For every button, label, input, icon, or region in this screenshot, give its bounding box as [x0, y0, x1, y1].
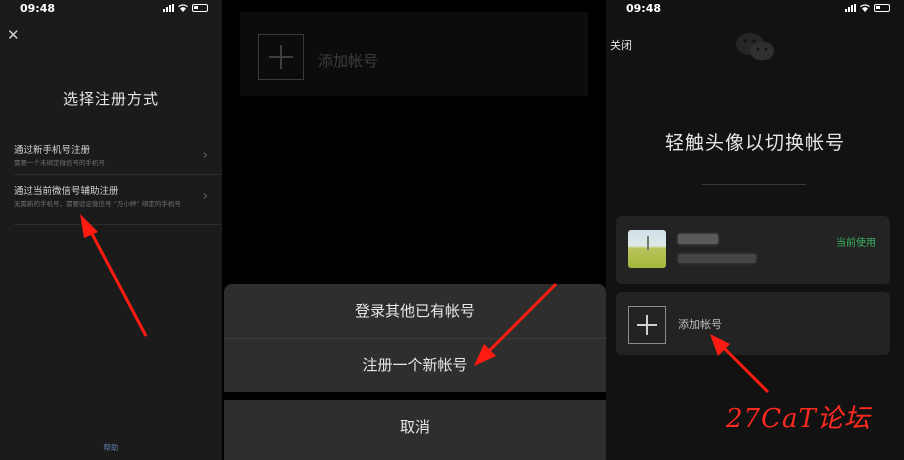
- option-assisted-register[interactable]: 通过当前微信号辅助注册 无需新的手机号，需要验证微信号 “万小婷” 绑定的手机号…: [14, 183, 210, 209]
- status-icons: [163, 4, 208, 12]
- login-other-account-button[interactable]: 登录其他已有帐号: [224, 284, 606, 338]
- help-link[interactable]: 帮助: [0, 442, 222, 453]
- status-icons: [845, 4, 890, 12]
- action-sheet-screen: 添加帐号 登录其他已有帐号 注册一个新帐号 取消: [222, 0, 606, 460]
- battery-icon: [192, 4, 208, 12]
- close-icon[interactable]: ✕: [7, 26, 20, 44]
- wifi-icon: [860, 4, 870, 12]
- register-new-account-button[interactable]: 注册一个新帐号: [224, 339, 606, 392]
- watermark: 27CaT论坛: [726, 404, 871, 434]
- divider: [14, 174, 222, 175]
- option-subtitle: 无需新的手机号，需要验证微信号 “万小婷” 绑定的手机号: [14, 200, 181, 208]
- option-title: 通过当前微信号辅助注册: [14, 186, 119, 197]
- option-subtitle: 需要一个未绑定微信号的手机号: [14, 159, 105, 167]
- page-title: 轻触头像以切换帐号: [664, 132, 845, 154]
- add-account-label: 添加帐号: [678, 318, 722, 331]
- divider: [14, 224, 222, 225]
- register-method-screen: 09:48 ✕ 选择注册方式 通过新手机号注册 需要一个未绑定微信号的手机号 ›…: [0, 0, 222, 460]
- status-time: 09:48: [626, 2, 662, 15]
- status-time: 09:48: [20, 2, 56, 15]
- add-account-row-dimmed: 添加帐号: [240, 12, 588, 96]
- signal-icon: [163, 4, 174, 12]
- page-title: 选择注册方式: [62, 90, 159, 108]
- switch-account-screen: 09:48 关闭 轻触头像以切换帐号 当前使用 添加帐号 27CaT论坛: [606, 0, 904, 460]
- redacted-account-id: [678, 254, 756, 263]
- plus-icon: [258, 34, 304, 80]
- wechat-logo-icon: [736, 33, 774, 61]
- status-bar: 09:48: [606, 0, 904, 18]
- add-account-card[interactable]: 添加帐号: [616, 292, 890, 355]
- option-new-phone[interactable]: 通过新手机号注册 需要一个未绑定微信号的手机号 ›: [14, 142, 210, 168]
- current-account-badge: 当前使用: [836, 238, 876, 249]
- status-bar: 09:48: [0, 0, 222, 18]
- cancel-button[interactable]: 取消: [224, 400, 606, 460]
- current-account-card[interactable]: 当前使用: [616, 216, 890, 284]
- chevron-right-icon: ›: [202, 189, 208, 204]
- battery-icon: [874, 4, 890, 12]
- signal-icon: [845, 4, 856, 12]
- wifi-icon: [178, 4, 188, 12]
- close-button[interactable]: 关闭: [610, 37, 632, 53]
- add-account-label: 添加帐号: [318, 52, 379, 70]
- plus-icon: [628, 306, 666, 344]
- option-title: 通过新手机号注册: [14, 145, 91, 156]
- chevron-right-icon: ›: [202, 148, 208, 163]
- divider: [702, 184, 806, 185]
- avatar: [628, 230, 666, 268]
- redacted-nickname: [678, 234, 718, 244]
